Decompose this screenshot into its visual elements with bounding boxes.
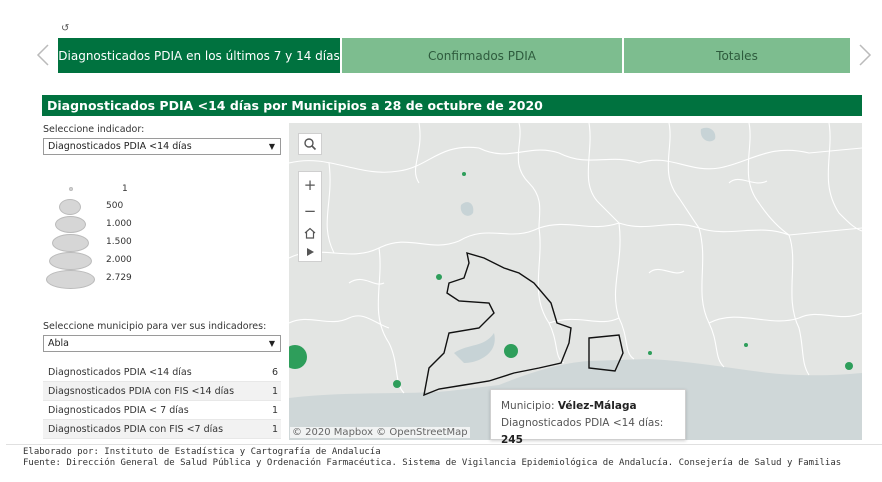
case-bubble <box>648 351 652 355</box>
footer-source: Fuente: Dirección General de Salud Públi… <box>23 458 842 468</box>
tab-confirmados[interactable]: Confirmados PDIA <box>342 38 622 73</box>
case-bubble <box>393 380 401 388</box>
legend-bubble-2000 <box>49 252 92 270</box>
indicator-value: 6 <box>271 366 278 378</box>
indicator-label: Diagnosticados PDIA con FIS <7 días <box>48 423 224 435</box>
play-icon[interactable] <box>305 247 315 257</box>
caret-down-icon: ▼ <box>268 339 275 348</box>
indicator-table: Diagnosticados PDIA <14 días 6 Diagsnost… <box>43 363 281 439</box>
footer-divider <box>6 444 882 445</box>
reservoir <box>700 127 716 142</box>
legend-bubble-500 <box>59 199 81 215</box>
search-icon <box>304 138 317 151</box>
map-attribution[interactable]: © 2020 Mapbox © OpenStreetMap <box>290 427 470 438</box>
map-zoom-controls: + − <box>298 171 322 262</box>
indicator-value: 1 <box>271 385 278 397</box>
legend-value: 2.000 <box>106 255 132 265</box>
legend-value: 2.729 <box>106 273 132 283</box>
legend-bubble-1 <box>69 187 73 191</box>
indicator-label: Diagnosticados PDIA < 7 días <box>48 404 189 416</box>
tab-bar: Diagnosticados PDIA en los últimos 7 y 1… <box>58 38 852 73</box>
tooltip-municipio-value: Vélez-Málaga <box>557 400 637 412</box>
footer-credit: Elaborado por: Instituto de Estadística … <box>23 447 381 457</box>
map-search-button[interactable] <box>298 133 322 155</box>
indicator-value: 1 <box>271 404 278 416</box>
case-bubble <box>504 344 518 358</box>
chevron-left-icon[interactable] <box>36 44 50 66</box>
table-row: Diagsnosticados PDIA con FIS <14 días 1 <box>43 382 281 401</box>
municipality-borders <box>289 123 862 394</box>
reservoir <box>454 333 495 363</box>
caret-down-icon: ▼ <box>268 142 275 151</box>
indicator-label: Diagsnosticados PDIA con FIS <14 días <box>48 385 235 397</box>
legend-bubble-2729 <box>46 270 95 289</box>
indicator-select[interactable]: Diagnosticados PDIA <14 días ▼ <box>43 138 281 155</box>
home-icon[interactable] <box>304 227 316 239</box>
size-legend: 1 500 1.000 1.500 2.000 2.729 <box>44 180 144 290</box>
case-bubble <box>436 274 442 280</box>
section-title: Diagnosticados PDIA <14 días por Municip… <box>42 95 862 116</box>
reset-icon[interactable]: ↺ <box>61 24 69 34</box>
legend-bubble-1500 <box>52 234 89 252</box>
legend-value: 500 <box>106 201 124 211</box>
legend-bubble-1000 <box>55 216 86 233</box>
zoom-out-icon[interactable]: − <box>304 202 317 220</box>
municipio-select[interactable]: Abla ▼ <box>43 335 281 352</box>
legend-value: 1 <box>122 184 128 194</box>
indicator-selector-label: Seleccione indicador: <box>43 124 145 135</box>
case-bubble <box>845 362 853 370</box>
zoom-in-icon[interactable]: + <box>304 176 317 194</box>
tooltip-metric-label: Diagnosticados PDIA <14 días: <box>501 417 664 429</box>
case-bubble <box>744 343 748 347</box>
table-row: Diagnosticados PDIA < 7 días 1 <box>43 401 281 420</box>
municipio-select-value: Abla <box>48 338 69 349</box>
tab-diagnosticados[interactable]: Diagnosticados PDIA en los últimos 7 y 1… <box>58 38 340 73</box>
case-bubble <box>462 172 466 176</box>
indicator-label: Diagnosticados PDIA <14 días <box>48 366 192 378</box>
map-tooltip: Municipio: Vélez-Málaga Diagnosticados P… <box>490 389 686 446</box>
reservoir <box>460 202 474 216</box>
tooltip-municipio-label: Municipio: <box>501 400 555 412</box>
municipio-selector-label: Seleccione municipio para ver sus indica… <box>43 321 267 332</box>
table-row: Diagnosticados PDIA <14 días 6 <box>43 363 281 382</box>
legend-value: 1.500 <box>106 237 132 247</box>
case-bubbles <box>289 172 853 388</box>
chevron-right-icon[interactable] <box>858 44 872 66</box>
tooltip-municipio: Municipio: Vélez-Málaga <box>501 398 675 415</box>
indicator-value: 1 <box>271 423 278 435</box>
table-row: Diagnosticados PDIA con FIS <7 días 1 <box>43 420 281 439</box>
legend-value: 1.000 <box>106 219 132 229</box>
case-bubble <box>289 345 307 369</box>
indicator-select-value: Diagnosticados PDIA <14 días <box>48 141 192 152</box>
tab-totales[interactable]: Totales <box>624 38 850 73</box>
